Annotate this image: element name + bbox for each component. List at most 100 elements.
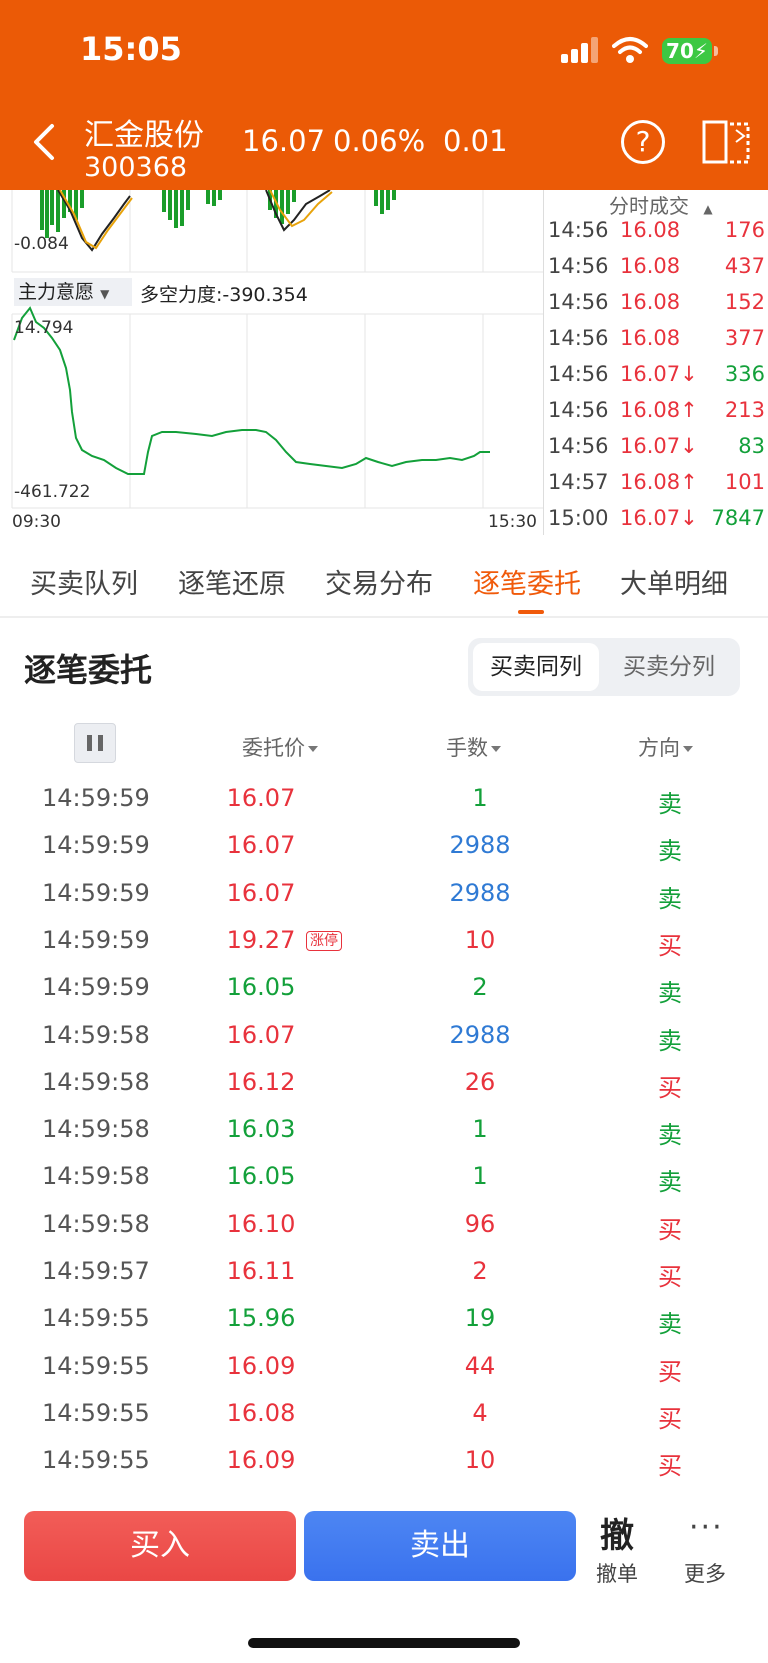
segment-same-column[interactable]: 买卖同列 (473, 643, 599, 691)
order-time: 14:59:57 (42, 1257, 150, 1285)
order-price: 16.07 (226, 1020, 296, 1049)
ticker-price: 16.07↓ (620, 506, 698, 530)
order-qty: 2 (472, 1257, 488, 1285)
table-row[interactable]: 14:59:57 16.11 2 买 (0, 1247, 768, 1294)
cancel-order-icon[interactable]: 撤 (600, 1508, 634, 1557)
chevron-down-icon: ▼ (100, 287, 110, 301)
table-row[interactable]: 14:59:58 16.05 1 卖 (0, 1152, 768, 1199)
ticker-row: 14:56 16.07↓ 336 (544, 362, 768, 396)
cancel-order-label[interactable]: 撤单 (596, 1558, 638, 1588)
ticker-volume: 7847 (711, 506, 765, 530)
force-label: 多空力度:-390.354 (140, 284, 308, 306)
landscape-switch-icon[interactable] (702, 120, 752, 166)
buy-button[interactable]: 买入 (24, 1511, 296, 1581)
table-row[interactable]: 14:59:59 16.05 2 卖 (0, 963, 768, 1010)
table-row[interactable]: 14:59:55 16.09 44 买 (0, 1342, 768, 1389)
ticker-time: 14:56 (548, 254, 609, 278)
order-time: 14:59:58 (42, 1067, 150, 1096)
col-header-price[interactable]: 委托价 (242, 732, 318, 762)
order-time: 14:59:59 (42, 831, 150, 860)
table-row[interactable]: 14:59:55 16.09 10 买 (0, 1436, 768, 1483)
sell-button[interactable]: 卖出 (304, 1511, 576, 1581)
ticker-row: 14:56 16.08↑ 213 (544, 398, 768, 432)
table-row[interactable]: 14:59:58 16.12 26 买 (0, 1058, 768, 1105)
pause-button[interactable] (74, 723, 116, 763)
lower-min-label: -461.722 (14, 482, 91, 502)
table-row[interactable]: 14:59:58 16.07 2988 卖 (0, 1011, 768, 1058)
order-qty: 96 (464, 1209, 496, 1238)
ticker-price: 16.07↓ (620, 434, 698, 458)
more-icon[interactable]: ··· (689, 1510, 724, 1545)
order-direction: 卖 (658, 884, 682, 913)
order-time: 14:59:55 (42, 1446, 150, 1475)
tab-order-queue[interactable]: 买卖队列 (30, 562, 138, 601)
lower-max-label: 14.794 (14, 318, 74, 338)
stock-price: 16.07 (242, 124, 326, 158)
battery-tip (714, 46, 718, 56)
order-time: 14:59:58 (42, 1162, 150, 1191)
tab-tick-orders[interactable]: 逐笔委托 (473, 562, 581, 601)
tab-trade-distribution[interactable]: 交易分布 (325, 562, 433, 601)
indicator-select[interactable]: 主力意愿 ▼ (14, 278, 132, 306)
sort-down-icon (308, 746, 318, 752)
time-end-label: 15:30 (488, 512, 537, 532)
order-time: 14:59:55 (42, 1304, 150, 1333)
order-time: 14:59:59 (42, 973, 150, 1002)
table-row[interactable]: 14:59:55 16.08 4 买 (0, 1389, 768, 1436)
ticker-row: 14:56 16.08 437 (544, 254, 768, 288)
order-price: 16.05 (226, 1162, 296, 1191)
ticker-time: 14:56 (548, 434, 609, 458)
table-row[interactable]: 14:59:59 19.27 10 买涨停 (0, 916, 768, 963)
col-header-qty[interactable]: 手数 (446, 732, 501, 762)
order-qty: 1 (472, 1162, 488, 1191)
back-icon[interactable] (26, 118, 62, 166)
sort-down-icon (491, 746, 501, 752)
ticker-time: 14:57 (548, 470, 609, 494)
order-qty: 2988 (449, 878, 511, 907)
detail-tabs: 买卖队列 逐笔还原 交易分布 逐笔委托 大单明细 (0, 540, 768, 618)
trade-ticker[interactable]: 分时成交 ▲ 14:56 16.08 176 14:56 16.08 437 14:56 16… (543, 190, 768, 535)
upper-min-label: -0.084 (14, 234, 69, 254)
ticker-price: 16.08↑ (620, 470, 698, 494)
order-qty: 19 (464, 1304, 496, 1333)
tab-tick-restore[interactable]: 逐笔还原 (178, 562, 286, 601)
tab-big-orders[interactable]: 大单明细 (620, 562, 740, 601)
more-label[interactable]: 更多 (684, 1558, 726, 1588)
table-row[interactable]: 14:59:59 16.07 1 卖 (0, 774, 768, 821)
ticker-time: 14:56 (548, 326, 609, 350)
stock-change-pct: 0.06% (333, 124, 426, 158)
order-price: 16.08 (226, 1398, 296, 1427)
order-direction: 卖 (658, 1121, 682, 1150)
table-row[interactable]: 14:59:55 15.96 19 卖 (0, 1294, 768, 1341)
table-row[interactable]: 14:59:59 16.07 2988 卖 (0, 869, 768, 916)
order-qty: 1 (472, 784, 488, 812)
layout-segment: 买卖同列 买卖分列 (468, 638, 740, 696)
help-icon[interactable]: ? (621, 120, 665, 164)
ticker-price: 16.07↓ (620, 362, 698, 386)
col-header-dir[interactable]: 方向 (638, 732, 693, 762)
order-time: 14:59:58 (42, 1020, 150, 1049)
order-time: 14:59:55 (42, 1398, 150, 1427)
table-row[interactable]: 14:59:58 16.10 96 买 (0, 1200, 768, 1247)
order-time: 14:59:59 (42, 784, 150, 812)
ticker-volume: 336 (724, 362, 765, 386)
order-qty: 26 (464, 1067, 496, 1096)
segment-split-column[interactable]: 买卖分列 (604, 643, 734, 691)
table-row[interactable]: 14:59:59 16.07 2988 卖 (0, 821, 768, 868)
order-direction: 买 (658, 1073, 682, 1102)
order-qty: 44 (464, 1351, 496, 1380)
order-direction: 买 (658, 1452, 682, 1481)
indicator-name: 主力意愿 (18, 281, 95, 303)
table-row[interactable]: 14:59:58 16.03 1 卖 (0, 1105, 768, 1152)
stock-header: 15:05 70⚡ 汇金股份 300368 16.07 0.06% 0.01 ? (0, 0, 768, 190)
order-price: 16.10 (226, 1209, 296, 1238)
order-price: 16.11 (226, 1257, 296, 1285)
ticker-price: 16.08 (620, 290, 681, 314)
order-price: 16.12 (226, 1067, 296, 1096)
order-direction: 卖 (658, 837, 682, 866)
order-price: 16.05 (226, 973, 296, 1002)
ticker-price: 16.08 (620, 254, 681, 278)
order-price: 16.07 (226, 784, 296, 812)
sort-down-icon (683, 746, 693, 752)
order-qty: 4 (472, 1398, 488, 1427)
